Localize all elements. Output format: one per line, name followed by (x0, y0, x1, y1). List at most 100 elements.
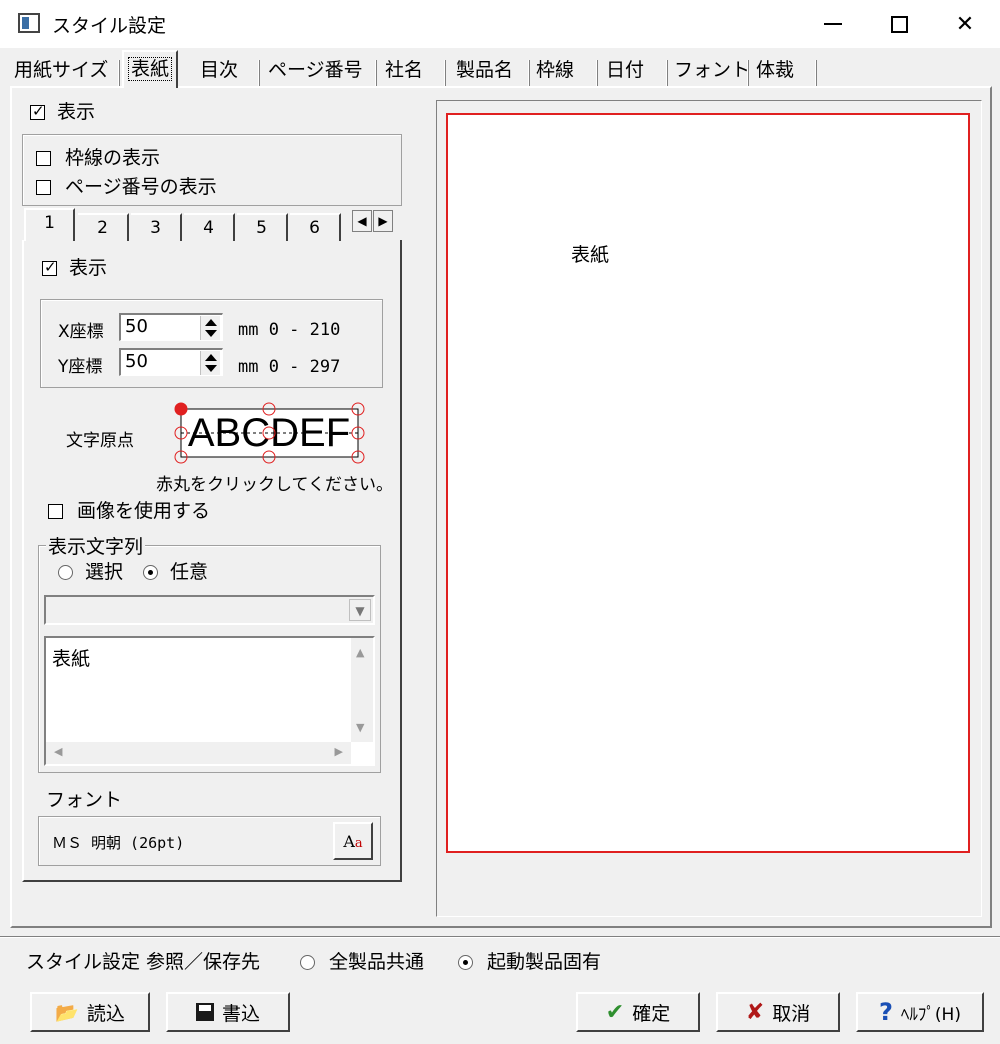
tab-divider (815, 60, 817, 86)
x-spin-buttons[interactable] (200, 316, 220, 340)
tab-layout[interactable]: 体裁 (752, 55, 798, 88)
show-cover-option[interactable]: 表示 (30, 97, 95, 124)
storage-common-label: 全製品共通 (329, 951, 425, 973)
scroll-up-icon[interactable]: ▲ (356, 646, 364, 659)
radio-any[interactable] (143, 565, 158, 580)
item-tab-1[interactable]: 1 (24, 208, 75, 241)
item-tab-6[interactable]: 6 (290, 213, 341, 241)
spin-down-icon (205, 365, 217, 372)
spin-up-icon (205, 354, 217, 361)
title-bar: スタイル設定 ✕ (0, 0, 1000, 48)
help-button[interactable]: ? ﾍﾙﾌﾟ(H) (856, 992, 984, 1032)
folder-open-icon: 📂 (55, 1001, 79, 1024)
show-page-number-option[interactable]: ページ番号の表示 (36, 172, 217, 199)
storage-specific-option[interactable]: 起動製品固有 (458, 947, 601, 974)
maximize-button[interactable] (866, 0, 932, 48)
checkmark-icon: ✔ (605, 999, 625, 1025)
storage-specific-radio[interactable] (458, 955, 473, 970)
origin-selector-graphic: ABCDEF (174, 402, 365, 464)
show-frame-checkbox[interactable] (36, 151, 51, 166)
use-image-option[interactable]: 画像を使用する (48, 496, 210, 523)
display-text-area[interactable]: 表紙 ▲ ▼ ◀ ▶ (44, 636, 375, 766)
show-page-number-label: ページ番号の表示 (65, 176, 217, 198)
storage-common-radio[interactable] (300, 955, 315, 970)
cancel-button-label: 取消 (772, 1002, 811, 1025)
cancel-button[interactable]: ✘ 取消 (716, 992, 840, 1032)
show-frame-option[interactable]: 枠線の表示 (36, 143, 160, 170)
arrow-right-icon: ▶ (378, 214, 388, 228)
tab-scroll-right-button[interactable]: ▶ (373, 210, 393, 232)
item-tab-5[interactable]: 5 (237, 213, 288, 241)
preview-cover-text: 表紙 (571, 244, 610, 266)
scroll-down-icon[interactable]: ▼ (356, 721, 364, 734)
font-value: ＭＳ 明朝 (26pt) (52, 834, 185, 852)
tab-cover[interactable]: 表紙 (122, 50, 179, 88)
spin-up-icon (205, 319, 217, 326)
scroll-left-icon[interactable]: ◀ (54, 745, 62, 758)
show-page-number-checkbox[interactable] (36, 180, 51, 195)
close-icon: ✕ (955, 11, 975, 37)
text-origin-label: 文字原点 (66, 431, 134, 451)
origin-point-top-left[interactable] (174, 402, 188, 416)
chevron-down-icon[interactable]: ▼ (349, 599, 371, 621)
use-image-label: 画像を使用する (77, 500, 211, 522)
load-button[interactable]: 📂 読込 (30, 992, 150, 1032)
show-cover-checkbox[interactable] (30, 102, 45, 120)
help-question-icon: ? (879, 998, 893, 1026)
minimize-icon (824, 23, 842, 25)
radio-any-option[interactable]: 任意 (143, 557, 208, 584)
preview-page: 表紙 (446, 113, 970, 853)
radio-select[interactable] (58, 565, 73, 580)
y-coordinate-label: Y座標 (58, 357, 103, 377)
item-show-option[interactable]: 表示 (42, 253, 107, 280)
y-coordinate-value[interactable]: 50 (125, 351, 148, 372)
tab-divider (666, 60, 668, 86)
tab-divider (596, 60, 598, 86)
app-icon (18, 13, 40, 33)
item-tab-2[interactable]: 2 (78, 213, 129, 241)
item-tab-4[interactable]: 4 (184, 213, 235, 241)
window-title: スタイル設定 (52, 15, 167, 37)
tab-toc[interactable]: 目次 (196, 55, 242, 88)
tab-divider (375, 60, 377, 86)
x-coordinate-label: X座標 (58, 322, 104, 342)
close-button[interactable]: ✕ (932, 0, 998, 48)
display-text-group-label: 表示文字列 (46, 532, 146, 559)
y-spin-buttons[interactable] (200, 351, 220, 375)
tab-paper-size[interactable]: 用紙サイズ (10, 55, 112, 88)
load-button-label: 読込 (86, 1002, 125, 1025)
tab-font[interactable]: フォント (670, 55, 754, 88)
tab-cover-label: 表紙 (128, 57, 173, 81)
display-text-value[interactable]: 表紙 (52, 644, 90, 671)
tab-scroll-left-button[interactable]: ◀ (352, 210, 372, 232)
x-coordinate-value[interactable]: 50 (125, 316, 148, 337)
radio-select-option[interactable]: 選択 (58, 557, 123, 584)
x-coordinate-spinner[interactable]: 50 (119, 313, 223, 341)
use-image-checkbox[interactable] (48, 504, 63, 519)
item-show-checkbox[interactable] (42, 258, 57, 276)
x-coordinate-range: mm 0 - 210 (238, 320, 341, 340)
floppy-disk-icon (195, 1003, 214, 1021)
horizontal-scrollbar[interactable]: ◀ ▶ (46, 742, 351, 764)
scroll-right-icon[interactable]: ▶ (335, 745, 343, 758)
save-button[interactable]: 書込 (166, 992, 290, 1032)
maximize-icon (890, 15, 908, 33)
item-tab-3[interactable]: 3 (131, 213, 182, 241)
show-frame-label: 枠線の表示 (65, 147, 161, 169)
y-coordinate-spinner[interactable]: 50 (119, 348, 223, 376)
vertical-scrollbar[interactable]: ▲ ▼ (351, 638, 373, 742)
minimize-button[interactable] (800, 0, 866, 48)
storage-common-option[interactable]: 全製品共通 (300, 947, 424, 974)
font-select-button[interactable]: Aa (333, 822, 373, 860)
text-origin-selector[interactable]: ABCDEF (172, 400, 368, 466)
tab-product-name[interactable]: 製品名 (452, 55, 517, 88)
tab-page-number[interactable]: ページ番号 (264, 55, 367, 88)
radio-select-label: 選択 (85, 561, 124, 583)
tab-divider (444, 60, 446, 86)
ok-button[interactable]: ✔ 確定 (576, 992, 700, 1032)
tab-date[interactable]: 日付 (602, 55, 648, 88)
text-preset-dropdown[interactable]: ▼ (44, 595, 375, 625)
tab-frame[interactable]: 枠線 (532, 55, 578, 88)
tab-company-name[interactable]: 社名 (381, 55, 427, 88)
tab-divider (118, 60, 120, 86)
